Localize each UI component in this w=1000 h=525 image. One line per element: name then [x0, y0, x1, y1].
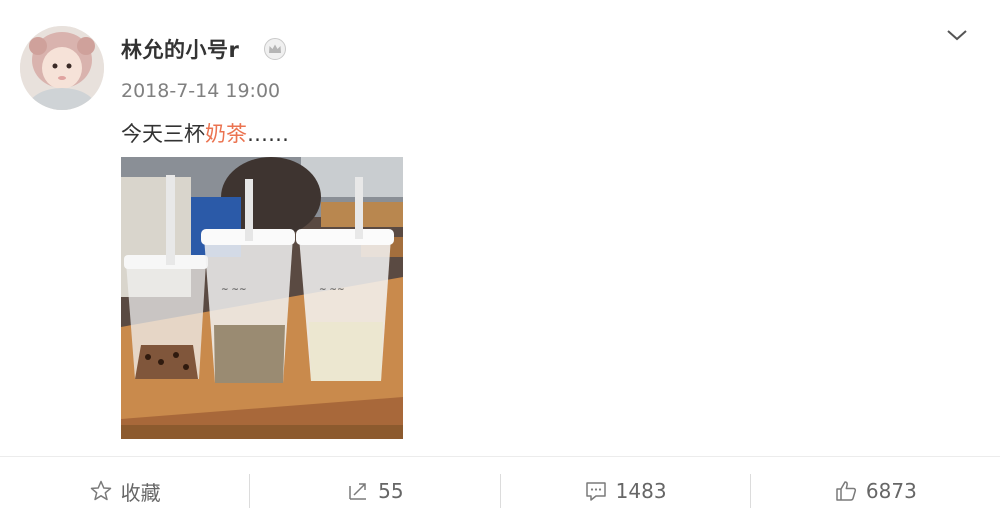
repost-count: 55	[378, 479, 404, 503]
post-photo[interactable]: ~ ~~ ~ ~~	[121, 157, 403, 439]
post-timestamp[interactable]: 2018-7-14 19:00	[121, 80, 280, 102]
post-text-main: 今天三杯	[121, 122, 205, 146]
star-icon	[90, 480, 111, 501]
comment-count: 1483	[615, 479, 667, 503]
thumbs-up-icon	[836, 481, 856, 501]
repost-icon	[349, 483, 367, 500]
action-bar: 收藏 55 1483 6873	[0, 456, 1000, 525]
crown-icon	[264, 38, 286, 60]
weibo-post-card: 林允的小号r 2018-7-14 19:00 今天三杯奶茶…… ~ ~~ ~ ~…	[0, 0, 1000, 525]
avatar[interactable]	[20, 26, 104, 110]
favorite-label: 收藏	[120, 480, 161, 505]
repost-button[interactable]: 55	[250, 457, 499, 525]
post-text-tail: ……	[247, 122, 289, 146]
username[interactable]: 林允的小号r	[121, 34, 239, 64]
svg-text:~ ~~: ~ ~~	[221, 285, 246, 295]
comment-button[interactable]: 1483	[501, 457, 750, 525]
favorite-button[interactable]: 收藏	[0, 457, 249, 525]
post-text: 今天三杯奶茶……	[121, 118, 289, 148]
svg-text:~ ~~: ~ ~~	[319, 285, 344, 295]
chevron-down-icon[interactable]	[944, 24, 970, 46]
post-text-highlight: 奶茶	[205, 122, 247, 146]
comment-icon	[585, 482, 606, 501]
like-button[interactable]: 6873	[751, 457, 1000, 525]
like-count: 6873	[865, 479, 917, 503]
